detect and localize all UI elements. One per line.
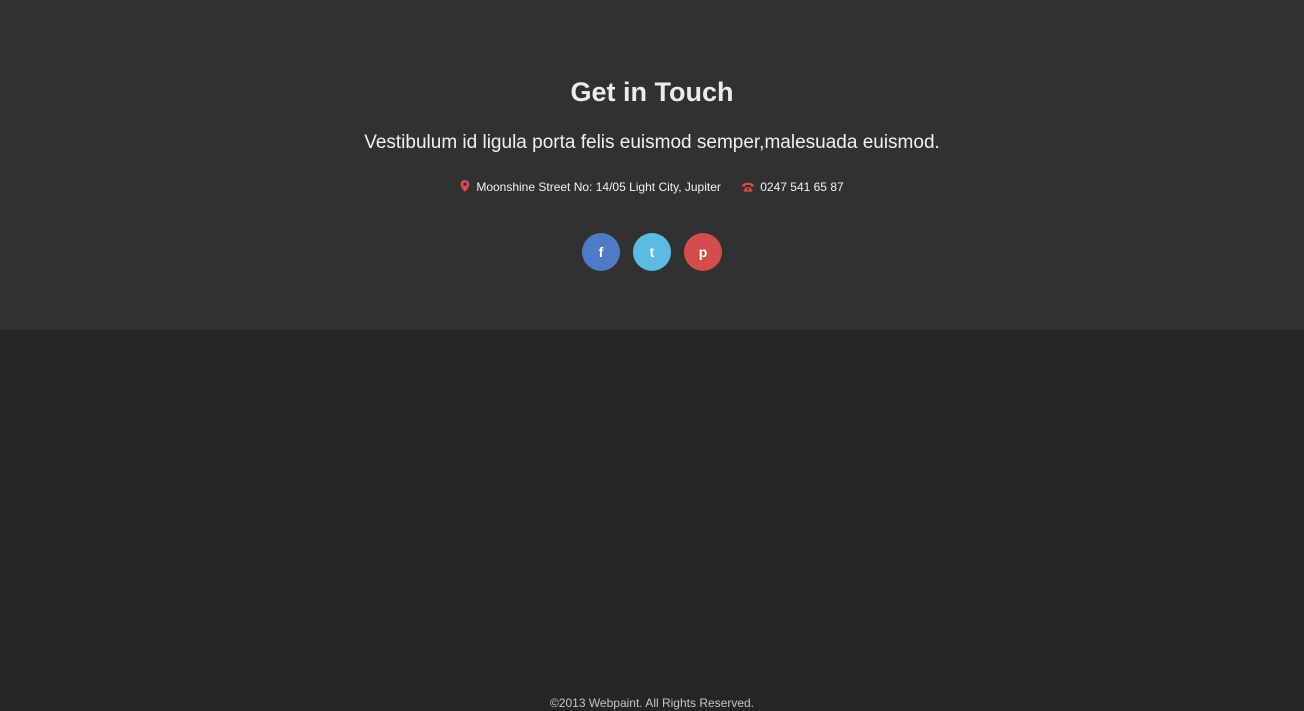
copyright-text: ©2013 Webpaint. All Rights Reserved. bbox=[549, 696, 755, 710]
tumblr-button[interactable]: t bbox=[633, 233, 671, 271]
pinterest-button[interactable]: p bbox=[684, 233, 722, 271]
contact-tagline: Vestibulum id ligula porta felis euismod… bbox=[364, 132, 940, 153]
phone-item: 0247 541 65 87 bbox=[742, 179, 844, 195]
social-links: f t p bbox=[0, 233, 1304, 271]
facebook-icon: f bbox=[598, 244, 604, 260]
phone-text: 0247 541 65 87 bbox=[760, 179, 844, 194]
address-text: Moonshine Street No: 14/05 Light City, J… bbox=[476, 179, 721, 194]
phone-icon bbox=[742, 182, 754, 192]
map-marker-icon bbox=[460, 179, 470, 192]
footer: ©2013 Webpaint. All Rights Reserved. bbox=[0, 330, 1304, 710]
facebook-button[interactable]: f bbox=[582, 233, 620, 271]
address-item: Moonshine Street No: 14/05 Light City, J… bbox=[460, 179, 721, 195]
tumblr-icon: t bbox=[649, 244, 655, 260]
contact-section: Get in Touch Vestibulum id ligula porta … bbox=[0, 0, 1304, 330]
pinterest-icon: p bbox=[698, 244, 708, 260]
contact-info: Moonshine Street No: 14/05 Light City, J… bbox=[0, 178, 1304, 195]
contact-title: Get in Touch bbox=[570, 77, 734, 107]
